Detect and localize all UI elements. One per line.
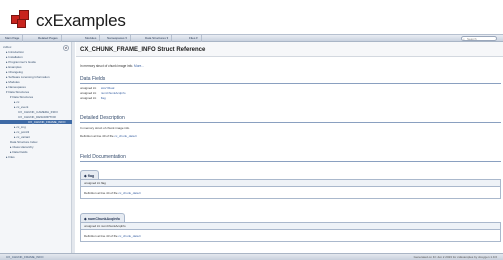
nav-files[interactable]: Files ▾: [186, 35, 202, 42]
definition-prefix: Definition at line 43 of file: [84, 234, 118, 238]
field-type: unsigned int: [80, 91, 97, 95]
sidebar-item[interactable]: ▸ cx_event: [14, 105, 28, 109]
divider: [80, 161, 501, 162]
sidebar-item-root[interactable]: cxDoc: [3, 45, 11, 49]
sidebar-item[interactable]: ▸ cx: [14, 100, 19, 104]
page-title: CX_CHUNK_FRAME_INFO Struct Reference: [80, 47, 206, 53]
sidebar-item[interactable]: ▸ cx_img: [14, 125, 26, 129]
detailed-text: In memory struct of chunk image info.: [80, 126, 131, 130]
definition-prefix: Definition at line 44 of file: [84, 191, 118, 195]
search-placeholder: Search: [467, 37, 477, 41]
sidebar-item[interactable]: ▸ Programmer's Guide: [6, 60, 36, 64]
brief-description: In memory struct of chunk image info. Mo…: [80, 64, 144, 68]
sidebar-item[interactable]: Data Structure Index: [10, 140, 38, 144]
field-documentation-heading: Field Documentation: [80, 154, 126, 160]
sidebar-item[interactable]: ▸ cx_variant: [14, 135, 30, 139]
member-doc: Definition at line 44 of file cx_chunk_d…: [80, 187, 501, 199]
member-prototype: unsigned int flag: [80, 179, 501, 187]
breadcrumb[interactable]: CX_CHUNK_FRAME_INFO: [6, 255, 44, 259]
file-link[interactable]: cx_chunk_data.h: [114, 134, 137, 138]
navbar: Main Page Related Pages Modules Namespac…: [0, 34, 503, 42]
more-link[interactable]: More...: [134, 64, 144, 68]
sidebar-item[interactable]: ▸ Examples: [6, 65, 22, 69]
sync-icon[interactable]: ⇄: [63, 45, 69, 51]
nav-namespaces[interactable]: Namespaces ▾: [104, 35, 131, 42]
file-link[interactable]: cx_chunk_data.h: [118, 191, 141, 195]
detailed-description-heading: Detailed Description: [80, 115, 125, 121]
file-link[interactable]: cx_chunk_data.h: [118, 234, 141, 238]
sidebar-item[interactable]: ▸ Software Licensing Information: [6, 75, 50, 79]
field-link[interactable]: sizeYReal: [101, 86, 115, 90]
brief-text: In memory struct of chunk image info.: [80, 64, 134, 68]
sidebar-item[interactable]: ▾ Data Structures: [10, 95, 33, 99]
search-input[interactable]: ⌕ Search: [461, 36, 497, 41]
sidebar-item[interactable]: ▸ Installation: [6, 55, 23, 59]
sidebar: ⇄ cxDoc ▸ Introduction ▸ Installation ▸ …: [0, 42, 72, 253]
field-type: unsigned int: [80, 96, 97, 100]
sidebar-item[interactable]: CX_CHUNK_CAMERA_INFO: [18, 110, 58, 114]
sidebar-item-selected[interactable]: CX_CHUNK_FRAME_INFO: [0, 120, 72, 124]
nav-modules[interactable]: Modules: [82, 35, 101, 42]
member-prototype: unsigned int numChunkAcqInfo: [80, 222, 501, 230]
field-type: unsigned int: [80, 86, 97, 90]
field-row: unsigned int numChunkAcqInfo: [80, 91, 126, 95]
field-link[interactable]: numChunkAcqInfo: [101, 91, 126, 95]
logo-icon: [11, 10, 29, 28]
sidebar-item[interactable]: ▸ Files: [6, 155, 15, 159]
definition-prefix: Definition at line 40 of file: [80, 134, 114, 138]
footer: CX_CHUNK_FRAME_INFO Generated on Fri Jun…: [0, 253, 503, 260]
main-content: CX_CHUNK_FRAME_INFO Struct Reference In …: [76, 42, 503, 253]
nav-main-page[interactable]: Main Page: [2, 35, 24, 42]
sidebar-item[interactable]: ▸ Changelog: [6, 70, 23, 74]
sidebar-item[interactable]: ▸ Data Fields: [10, 150, 28, 154]
divider: [80, 83, 501, 84]
sidebar-resize-handle[interactable]: [72, 42, 75, 253]
data-fields-heading: Data Fields: [80, 76, 106, 82]
member-doc: Definition at line 43 of file cx_chunk_d…: [80, 230, 501, 242]
generated-by: Generated on Fri Jun 2 2023 for cxExampl…: [413, 255, 497, 259]
sidebar-item[interactable]: ▸ Modules: [6, 80, 20, 84]
header: cxExamples: [0, 0, 503, 33]
field-link[interactable]: flag: [101, 96, 106, 100]
field-row: unsigned int flag: [80, 96, 106, 100]
search-icon: ⌕: [463, 37, 465, 41]
sidebar-item[interactable]: ▾ Data Structures: [6, 90, 29, 94]
app-title: cxExamples: [36, 11, 126, 30]
sidebar-item[interactable]: CX_CHUNK_DESCRIPTOR: [18, 115, 56, 119]
field-row: unsigned int sizeYReal: [80, 86, 114, 90]
definition-line: Definition at line 40 of file cx_chunk_d…: [80, 134, 137, 138]
nav-data-structures[interactable]: Data Structures ▾: [142, 35, 173, 42]
sidebar-item[interactable]: ▸ Class Hierarchy: [10, 145, 34, 149]
sidebar-item[interactable]: ▸ Namespaces: [6, 85, 26, 89]
sidebar-item[interactable]: ▸ cx_point3: [14, 130, 29, 134]
nav-related-pages[interactable]: Related Pages: [35, 35, 62, 42]
sidebar-item[interactable]: ▸ Introduction: [6, 50, 24, 54]
divider: [80, 122, 501, 123]
